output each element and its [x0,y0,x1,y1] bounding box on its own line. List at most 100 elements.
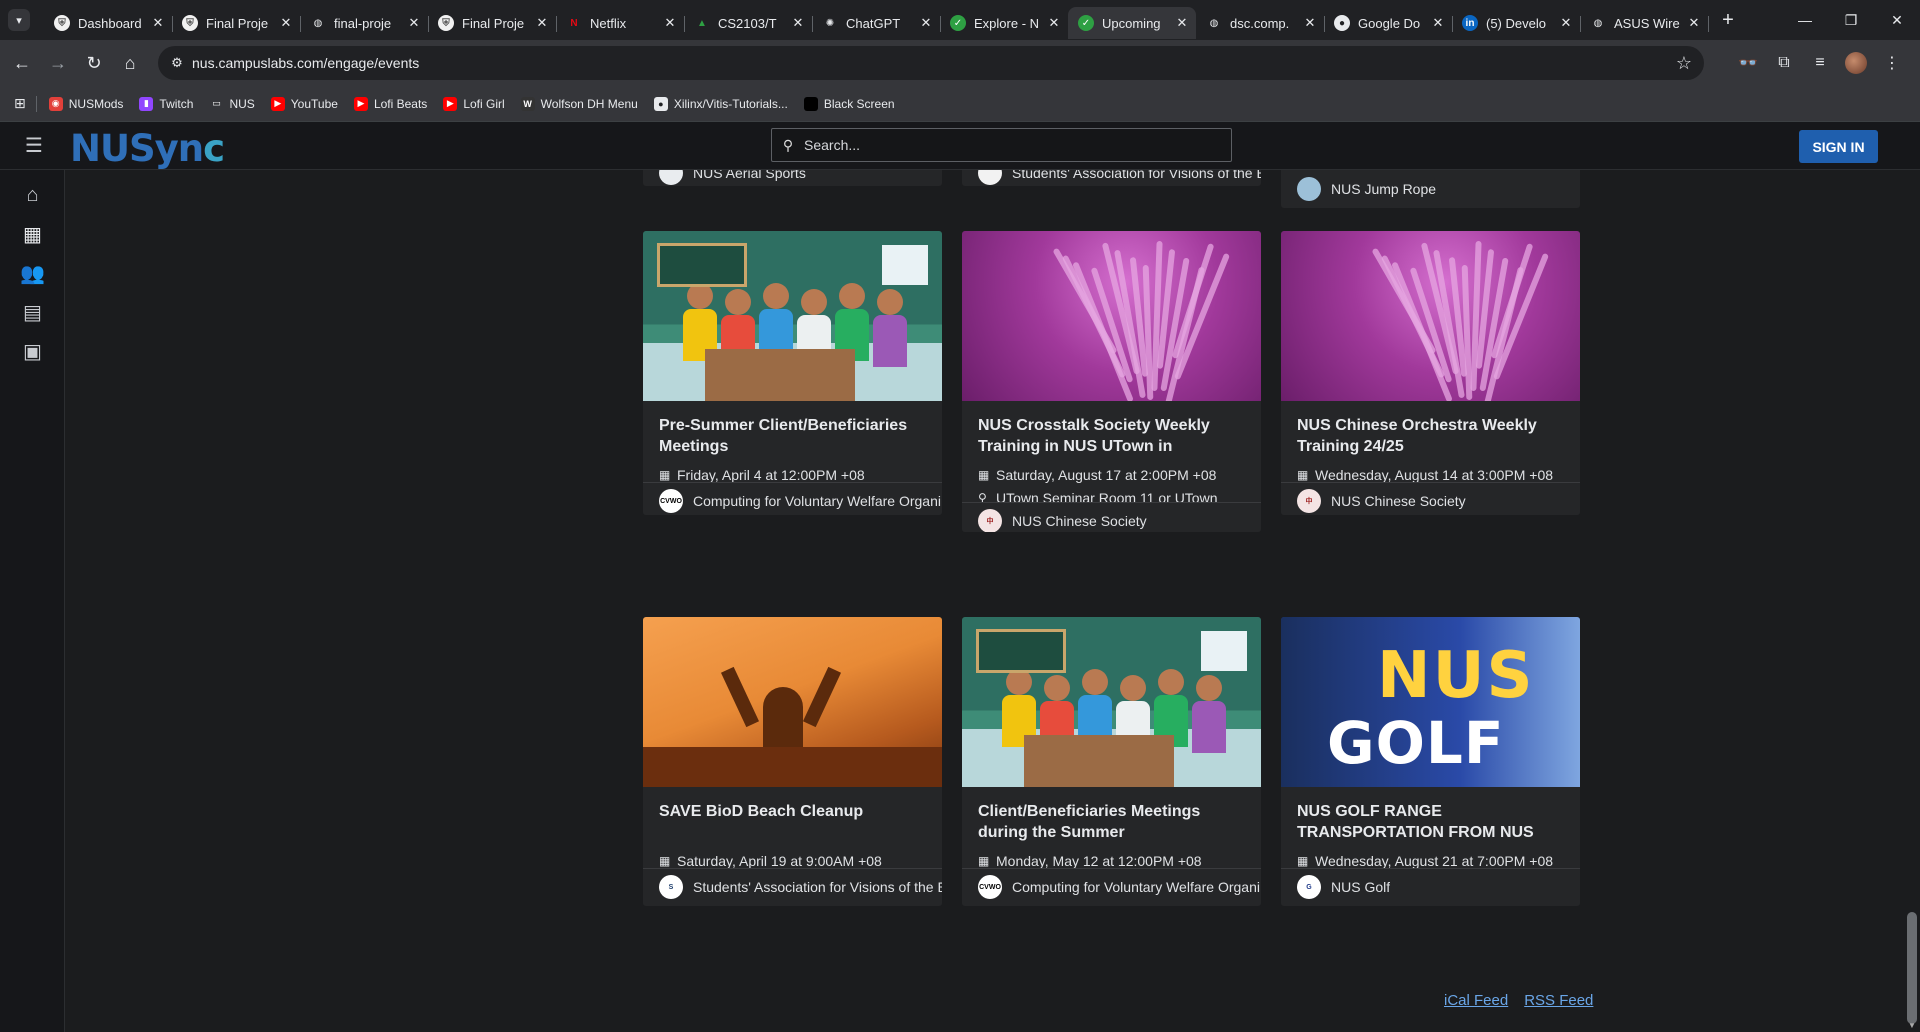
menu-collapse-icon[interactable]: ☰ [22,134,46,158]
bookmark-item[interactable]: Black Screen [803,96,895,111]
event-org[interactable]: CVWO Computing for Voluntary Welfare Org… [643,482,942,515]
browser-tab[interactable]: ● Google Do ✕ [1324,7,1453,39]
event-org[interactable]: G NUS Golf [1281,868,1580,905]
event-card[interactable]: NUS Crosstalk Society Weekly Training in… [962,231,1261,532]
event-image[interactable] [643,231,942,401]
scroll-down-icon[interactable]: ▼ [1907,1021,1917,1030]
home-icon[interactable]: ⌂ [0,176,65,215]
site-info-icon[interactable]: ⚙ [162,55,192,71]
bookmark-item[interactable]: ▶ Lofi Beats [353,96,427,111]
forms-icon[interactable]: ▣ [0,332,65,371]
tab-close-icon[interactable]: ✕ [1174,15,1190,31]
profile-button[interactable] [1838,45,1874,81]
browser-tab[interactable]: ◍ dsc.comp. ✕ [1196,7,1325,39]
close-window-icon[interactable]: ✕ [1874,0,1920,40]
event-org[interactable]: 中 NUS Chinese Society [962,502,1261,532]
browser-tab[interactable]: N Netflix ✕ [556,7,685,39]
restore-icon[interactable]: ❐ [1828,0,1874,40]
event-title[interactable]: SAVE BioD Beach Cleanup [659,801,926,843]
page-scrollbar[interactable]: ▲ ▼ [1904,122,1920,1032]
feed-links: iCal Feed RSS Feed [1444,992,1593,1009]
scroll-thumb[interactable] [1907,912,1917,1024]
event-card[interactable]: SAVE BioD Beach Cleanup ▦ Saturday, April… [643,617,942,906]
calendar-icon[interactable]: ▦ [0,215,65,254]
tab-close-icon[interactable]: ✕ [790,15,806,31]
event-image[interactable] [962,231,1261,401]
bookmark-item[interactable]: ▮ Twitch [139,96,193,111]
browser-tab[interactable]: in (5) Develo ✕ [1452,7,1581,39]
rss-feed-link[interactable]: RSS Feed [1524,992,1593,1009]
event-title[interactable]: NUS Crosstalk Society Weekly Training in… [978,415,1245,457]
search-input[interactable] [804,130,1231,160]
bookmark-item[interactable]: ● Xilinx/Vitis-Tutorials... [653,96,788,111]
browser-tab[interactable]: ◍ final-proje ✕ [300,7,429,39]
browser-tab[interactable]: ✓ Upcoming ✕ [1068,7,1196,39]
event-title[interactable]: Pre-Summer Client/Beneficiaries Meetings [659,415,926,457]
bookmark-item[interactable]: ▭ NUS [209,97,255,111]
chatgpt-icon: ✺ [825,17,835,29]
bookmark-item[interactable]: ◉ NUSMods [48,96,123,111]
url-text[interactable]: nus.campuslabs.com/engage/events [192,55,419,71]
reload-icon[interactable]: ↻ [76,45,112,81]
sign-in-button[interactable]: SIGN IN [1799,130,1878,163]
tab-close-icon[interactable]: ✕ [1430,15,1446,31]
golf-text-nus: NUS [1377,639,1535,713]
search-box[interactable]: ⚲ [771,128,1232,162]
home-icon[interactable]: ⌂ [112,45,148,81]
minimize-icon[interactable]: — [1782,0,1828,40]
twitch-icon: ▮ [139,96,154,111]
tab-close-icon[interactable]: ✕ [1686,15,1702,31]
back-arrow-icon[interactable]: ← [4,45,40,81]
forward-arrow-icon[interactable]: → [40,45,76,81]
tab-close-icon[interactable]: ✕ [406,15,422,31]
partial-card-org[interactable]: NUS Jump Rope [1281,170,1580,208]
menu-kebab-icon[interactable]: ⋮ [1874,45,1910,81]
illustration-person [725,289,751,315]
event-title[interactable]: NUS Chinese Orchestra Weekly Training 24… [1297,415,1564,457]
browser-tab[interactable]: ✺ ChatGPT ✕ [812,7,941,39]
bookmark-item[interactable]: W Wolfson DH Menu [520,96,638,111]
browser-tab[interactable]: ◍ ASUS Wire ✕ [1580,7,1709,39]
bookmark-item[interactable]: ▶ YouTube [270,96,338,111]
event-image[interactable] [1281,231,1580,401]
tab-close-icon[interactable]: ✕ [150,15,166,31]
tab-close-icon[interactable]: ✕ [662,15,678,31]
new-tab-button[interactable]: + [1714,6,1742,34]
bookmark-star-icon[interactable]: ☆ [1676,53,1692,74]
event-card[interactable]: NUS Chinese Orchestra Weekly Training 24… [1281,231,1580,515]
tab-close-icon[interactable]: ✕ [534,15,550,31]
event-card[interactable]: Client/Beneficiaries Meetings during the… [962,617,1261,906]
event-org[interactable]: CVWO Computing for Voluntary Welfare Org… [962,868,1261,905]
event-org[interactable]: 中 NUS Chinese Society [1281,482,1580,515]
tab-close-icon[interactable]: ✕ [918,15,934,31]
tab-close-icon[interactable]: ✕ [278,15,294,31]
event-image[interactable] [643,617,942,787]
event-image[interactable]: NUS GOLF [1281,617,1580,787]
event-org[interactable]: S Students' Association for Visions of t… [643,868,942,905]
tab-close-icon[interactable]: ✕ [1558,15,1574,31]
tab-close-icon[interactable]: ✕ [1302,15,1318,31]
browser-tab[interactable]: ⛨ Final Proje ✕ [428,7,557,39]
event-title[interactable]: NUS GOLF RANGE TRANSPORTATION FROM NUS T… [1297,801,1564,843]
event-card[interactable]: NUS GOLF NUS GOLF RANGE TRANSPORTATION F… [1281,617,1580,906]
extensions-puzzle-icon[interactable]: ⧉ [1766,45,1802,81]
browser-tab[interactable]: ✓ Explore - N ✕ [940,7,1069,39]
illustration-person [1120,675,1146,701]
tab-search-chevron-icon[interactable]: ▾ [8,9,30,31]
event-image[interactable] [962,617,1261,787]
people-icon[interactable]: 👥 [0,254,65,293]
address-bar[interactable]: ⚙ nus.campuslabs.com/engage/events ☆ [158,46,1704,80]
browser-tab[interactable]: ⛨ Dashboard ✕ [44,7,173,39]
bookmark-item[interactable]: ▶ Lofi Girl [443,96,505,111]
browser-tab[interactable]: ▲ CS2103/T ✕ [684,7,813,39]
apps-grid-icon[interactable]: ⊞ [14,95,26,112]
event-title[interactable]: Client/Beneficiaries Meetings during the… [978,801,1245,843]
ical-feed-link[interactable]: iCal Feed [1444,992,1508,1009]
media-queue-icon[interactable]: ≡ [1802,45,1838,81]
news-icon[interactable]: ▤ [0,293,65,332]
extension-glasses-icon[interactable]: 👓 [1730,45,1766,81]
nusync-logo[interactable]: NUSync [70,127,225,170]
tab-close-icon[interactable]: ✕ [1046,15,1062,31]
browser-tab[interactable]: ⛨ Final Proje ✕ [172,7,301,39]
event-card[interactable]: Pre-Summer Client/Beneficiaries Meetings… [643,231,942,515]
